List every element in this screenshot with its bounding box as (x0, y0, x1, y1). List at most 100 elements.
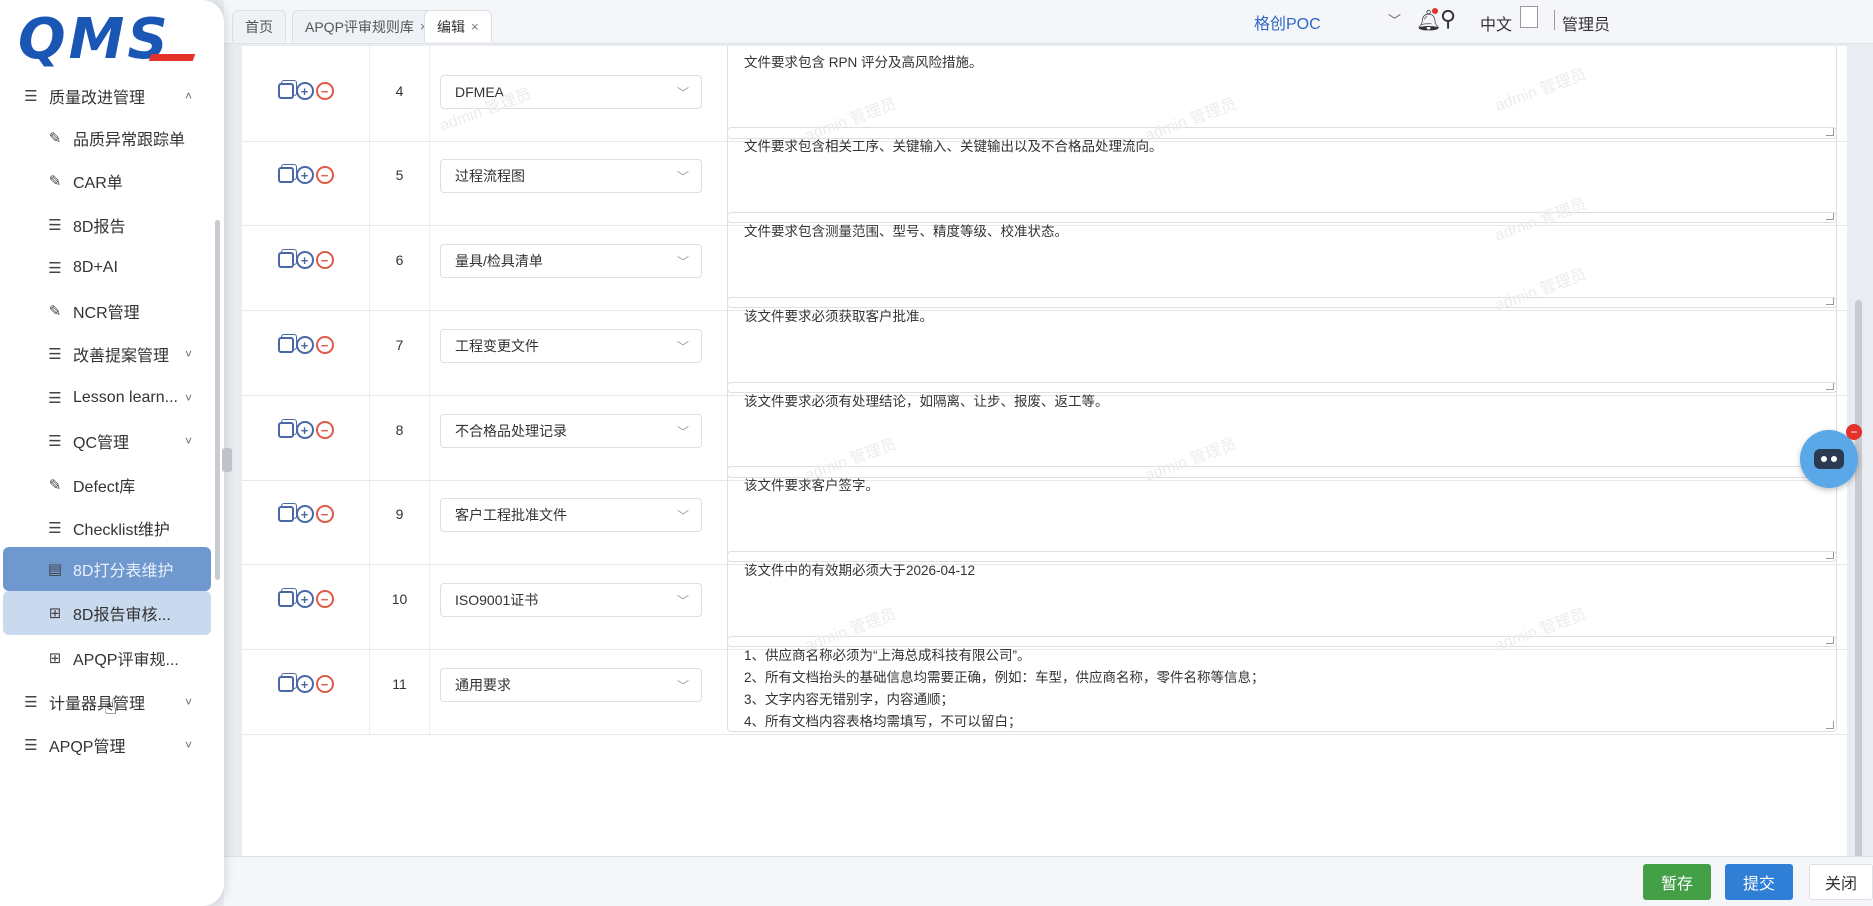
chevron-down-icon[interactable]: ˅ (185, 738, 192, 752)
remove-row-icon[interactable]: − (315, 166, 334, 184)
remove-row-icon[interactable]: − (315, 590, 334, 608)
requirement-textarea[interactable]: 该文件要求客户签字。 (727, 466, 1837, 562)
tab-apqp-rules[interactable]: APQP评审规则库× (292, 10, 441, 42)
doc-type-select[interactable]: 通用要求 ﹀ (440, 668, 702, 702)
remove-row-icon[interactable]: − (315, 82, 334, 100)
doc-type-select[interactable]: DFMEA ﹀ (440, 75, 702, 109)
doc-type-select[interactable]: 量具/检具清单 ﹀ (440, 244, 702, 278)
sidebar-item[interactable]: ✎ CAR单 (46, 157, 192, 205)
sidebar-item[interactable]: ☰ Lesson learn... ˅ (46, 374, 192, 422)
sidebar-item[interactable]: ☰ 改善提案管理 ˅ (46, 330, 192, 378)
tab-edit[interactable]: 编辑 × (424, 10, 492, 42)
tab-label: 首页 (245, 18, 273, 35)
doc-type-select[interactable]: 不合格品处理记录 ﹀ (440, 414, 702, 448)
chevron-down-icon[interactable]: ﹀ (1388, 10, 1401, 29)
chevron-down-icon[interactable]: ﹀ (677, 84, 689, 101)
remove-row-icon[interactable]: − (315, 336, 334, 354)
sidebar-item-label: 质量改进管理 (49, 90, 146, 107)
sidebar-item[interactable]: ☰ APQP管理 ˅ (22, 721, 192, 769)
chevron-down-icon[interactable]: ﹀ (677, 168, 689, 185)
add-row-icon[interactable]: + (295, 82, 314, 100)
sidebar-item[interactable]: ☰ Checklist维护 (46, 504, 192, 552)
language-switch[interactable]: 中文 (1480, 11, 1512, 35)
requirement-text: 文件要求包含相关工序、关键输入、关键输出以及不合格品处理流向。 (744, 139, 1163, 154)
copy-icon[interactable] (277, 337, 294, 353)
doc-type-select[interactable]: 客户工程批准文件 ﹀ (440, 498, 702, 532)
add-row-icon[interactable]: + (295, 505, 314, 523)
qms-logo[interactable]: QMS (18, 8, 171, 72)
copy-icon[interactable] (277, 506, 294, 522)
chevron-down-icon[interactable]: ˅ (185, 434, 192, 448)
copy-icon[interactable] (277, 167, 294, 183)
sidebar-item[interactable]: ☰ 8D+AI (46, 244, 192, 292)
doc-type-select[interactable]: ISO9001证书 ﹀ (440, 583, 702, 617)
select-value: ISO9001证书 (455, 592, 539, 608)
sidebar-item-label: 计量器具管理 (49, 696, 146, 713)
remove-row-icon[interactable]: − (315, 675, 334, 693)
chevron-down-icon[interactable]: ﹀ (677, 507, 689, 524)
close-button[interactable]: 关闭 (1809, 864, 1873, 900)
table-row: + −11 通用要求 ﹀ 1、供应商名称必须为“上海总成科技有限公司”。 2、所有文档抬… (242, 634, 1847, 735)
edit-icon: ✎ (48, 303, 62, 320)
robot-icon (1814, 449, 1844, 469)
close-icon[interactable]: × (471, 19, 479, 34)
add-row-icon[interactable]: + (295, 590, 314, 608)
sidebar-item[interactable]: ⊞ APQP评审规... (46, 634, 192, 682)
chevron-down-icon[interactable]: ﹀ (677, 423, 689, 440)
search-icon[interactable]: ⚲ (1440, 6, 1456, 32)
list-icon: ☰ (48, 217, 62, 234)
copy-icon[interactable] (277, 83, 294, 99)
add-row-icon[interactable]: + (295, 421, 314, 439)
sidebar-item[interactable]: ☰ 8D报告 (46, 201, 192, 249)
sidebar-scrollbar[interactable] (215, 220, 220, 580)
add-row-icon[interactable]: + (295, 166, 314, 184)
remove-row-icon[interactable]: − (315, 505, 334, 523)
requirement-textarea[interactable]: 该文件要求必须获取客户批准。 (727, 297, 1837, 393)
doc-type-select[interactable]: 工程变更文件 ﹀ (440, 329, 702, 363)
chevron-down-icon[interactable]: ﹀ (677, 677, 689, 694)
sidebar-item[interactable]: ☰ 质量改进管理 ˄ (22, 72, 192, 120)
sidebar-item[interactable]: ▤ 8D打分表维护 (3, 547, 211, 591)
main-scrollbar[interactable] (1855, 300, 1862, 860)
avatar[interactable] (1520, 6, 1538, 28)
copy-icon[interactable] (277, 252, 294, 268)
sidebar-item-label: QC管理 (73, 435, 130, 452)
requirement-textarea[interactable]: 1、供应商名称必须为“上海总成科技有限公司”。 2、所有文档抬头的基础信息均需要… (727, 636, 1837, 732)
copy-icon[interactable] (277, 591, 294, 607)
requirement-textarea[interactable]: 该文件中的有效期必须大于2026-04-12 (727, 551, 1837, 647)
remove-row-icon[interactable]: − (315, 251, 334, 269)
sidebar-item[interactable]: ☰ QC管理 ˅ (46, 417, 192, 465)
sidebar-collapse-handle[interactable] (222, 448, 232, 472)
sidebar-item[interactable]: ⊞ 8D报告审核... (3, 591, 211, 635)
copy-icon[interactable] (277, 676, 294, 692)
sidebar-item-label: 品质异常跟踪单 (73, 132, 186, 149)
sidebar-item-label: APQP管理 (49, 739, 126, 756)
chevron-up-icon[interactable]: ˄ (185, 89, 192, 103)
requirement-text: 文件要求包含测量范围、型号、精度等级、校准状态。 (744, 224, 1068, 239)
save-button[interactable]: 暂存 (1643, 864, 1711, 900)
copy-icon[interactable] (277, 422, 294, 438)
chevron-down-icon[interactable]: ˅ (185, 391, 192, 405)
select-value: 客户工程批准文件 (455, 507, 567, 523)
sidebar-item[interactable]: ✎ 品质异常跟踪单 (46, 114, 192, 162)
doc-type-select[interactable]: 过程流程图 ﹀ (440, 159, 702, 193)
user-name[interactable]: 管理员 (1562, 11, 1610, 35)
chevron-down-icon[interactable]: ˅ (185, 695, 192, 709)
chevron-down-icon[interactable]: ﹀ (677, 338, 689, 355)
requirement-textarea[interactable]: 文件要求包含相关工序、关键输入、关键输出以及不合格品处理流向。 (727, 127, 1837, 223)
chevron-down-icon[interactable]: ˅ (185, 347, 192, 361)
add-row-icon[interactable]: + (295, 675, 314, 693)
add-row-icon[interactable]: + (295, 336, 314, 354)
tab-home[interactable]: 首页 (232, 10, 286, 42)
chevron-down-icon[interactable]: ﹀ (677, 592, 689, 609)
sidebar-item[interactable]: ✎ NCR管理 (46, 287, 192, 335)
company-selector[interactable]: 格创POC (1254, 10, 1321, 34)
remove-row-icon[interactable]: − (315, 421, 334, 439)
add-row-icon[interactable]: + (295, 251, 314, 269)
requirement-textarea[interactable]: 文件要求包含测量范围、型号、精度等级、校准状态。 (727, 212, 1837, 308)
minimize-icon[interactable]: − (1846, 424, 1862, 440)
sidebar-item[interactable]: ✎ Defect库 (46, 461, 192, 509)
submit-button[interactable]: 提交 (1725, 864, 1793, 900)
resize-handle-icon[interactable] (1826, 721, 1834, 729)
chevron-down-icon[interactable]: ﹀ (677, 253, 689, 270)
